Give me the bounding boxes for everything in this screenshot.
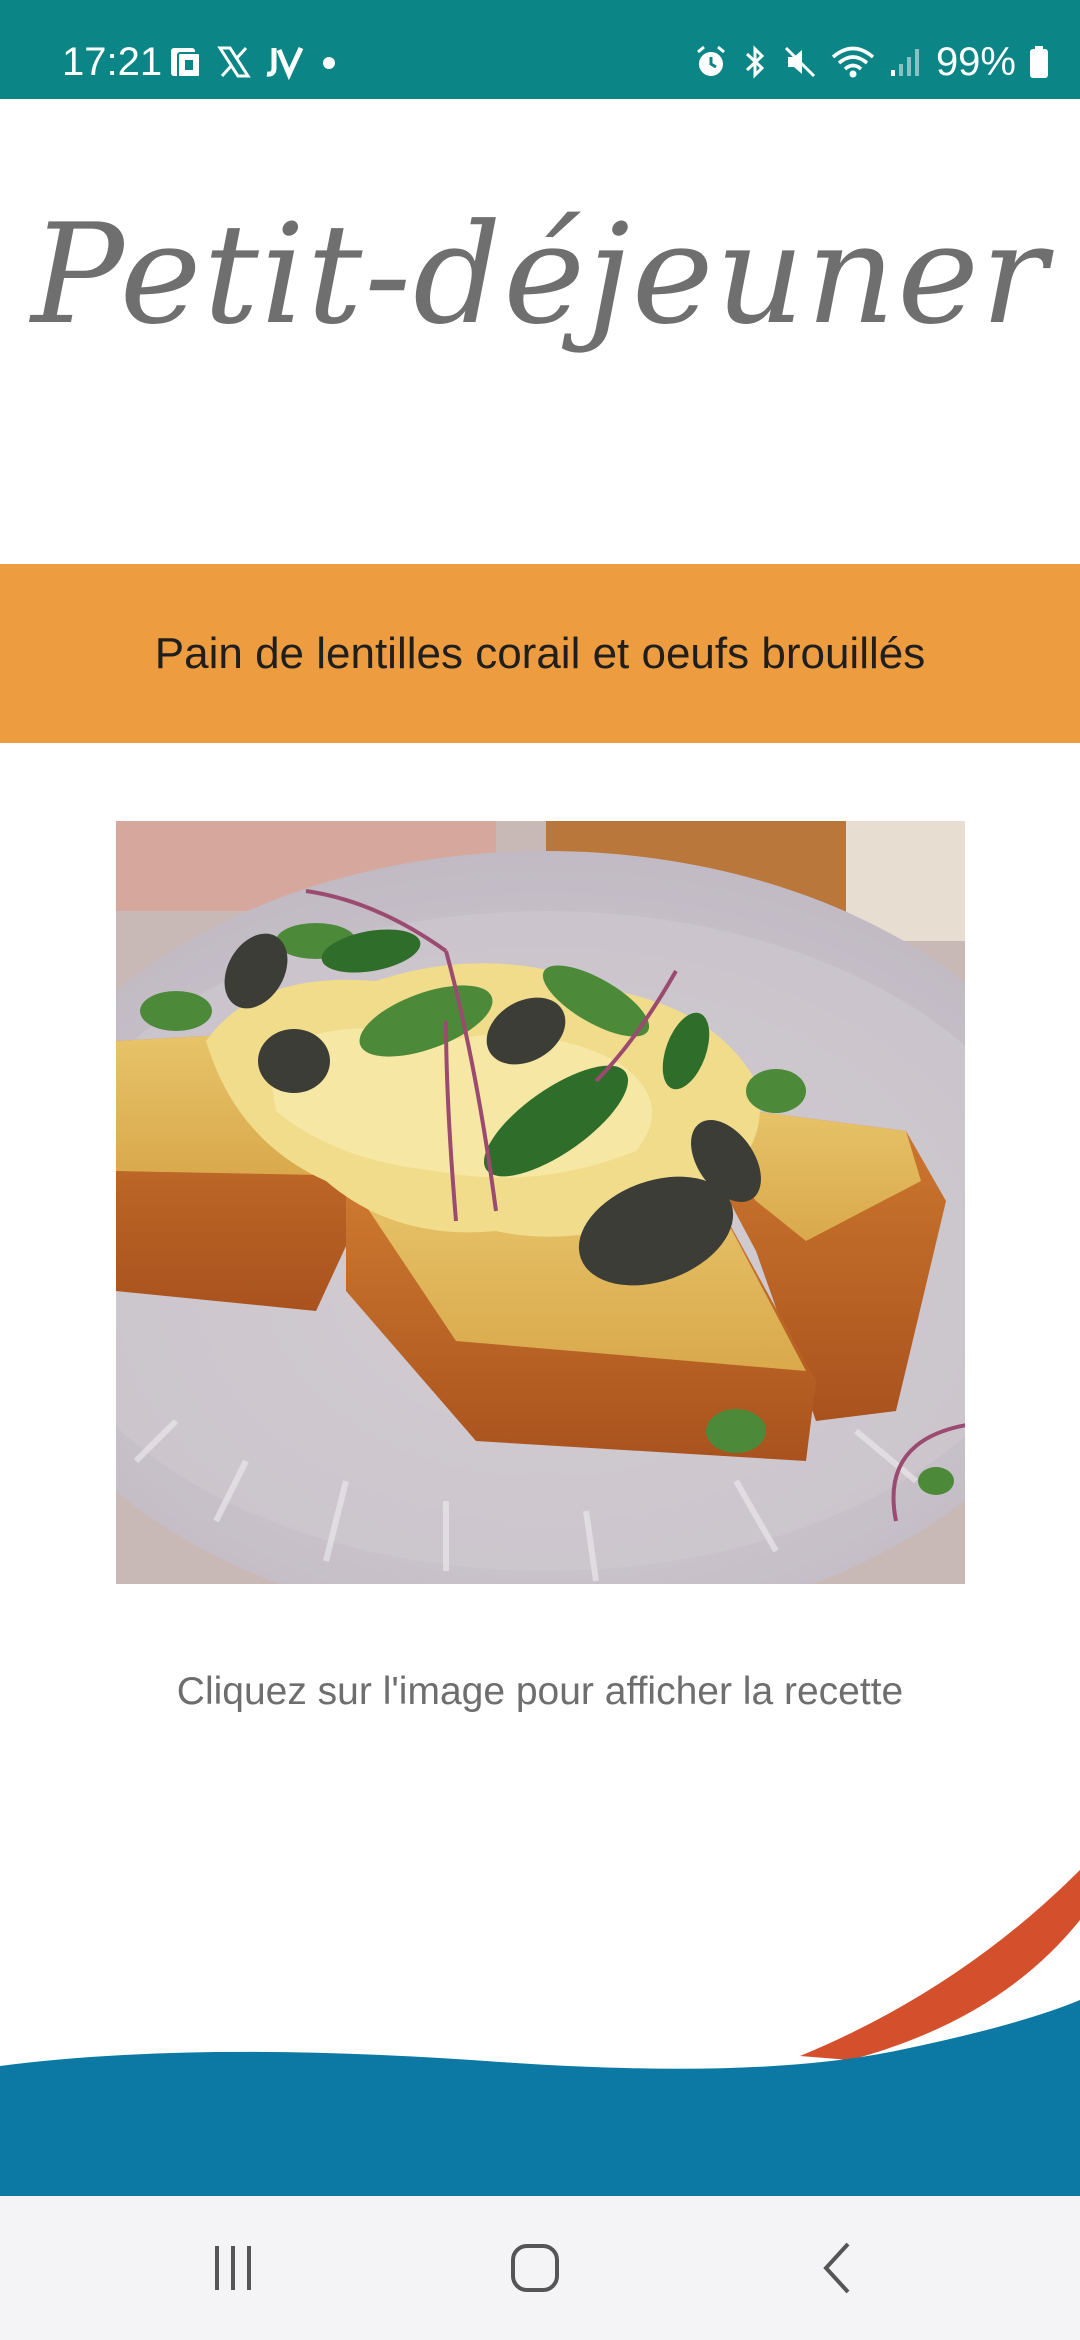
status-time: 17:21 (62, 40, 163, 84)
bluetooth-icon (745, 45, 765, 79)
navigation-bar (0, 2196, 1080, 2340)
battery-icon (1030, 46, 1048, 78)
hint-text: Cliquez sur l'image pour afficher la rec… (176, 1670, 904, 1713)
x-icon (217, 46, 251, 78)
sim-card-icon (171, 48, 201, 78)
page-title: Petit-déjeuner (31, 194, 1049, 355)
signal-icon (890, 49, 919, 76)
wifi-icon (831, 46, 875, 78)
recipe-title: Pain de lentilles corail et oeufs brouil… (154, 628, 926, 678)
back-icon (823, 2242, 850, 2294)
home-icon (511, 2244, 559, 2292)
mute-icon (784, 46, 815, 78)
home-button[interactable] (475, 2226, 595, 2310)
recent-apps-icon (215, 2246, 251, 2290)
alarm-icon (696, 45, 725, 76)
battery-percent: 99% (935, 40, 1016, 84)
status-bar: 17:21 99% (0, 0, 1080, 99)
jv-icon (266, 46, 304, 80)
recipe-banner: Pain de lentilles corail et oeufs brouil… (0, 564, 1080, 743)
decorative-waves (0, 1870, 1080, 2196)
status-system-icons: 99% (694, 38, 1050, 86)
back-button[interactable] (778, 2226, 898, 2310)
recipe-image[interactable] (116, 821, 965, 1584)
dot-icon (323, 57, 335, 69)
status-notification-icons (168, 42, 344, 82)
food-photo (116, 821, 965, 1584)
recent-apps-button[interactable] (173, 2226, 293, 2310)
